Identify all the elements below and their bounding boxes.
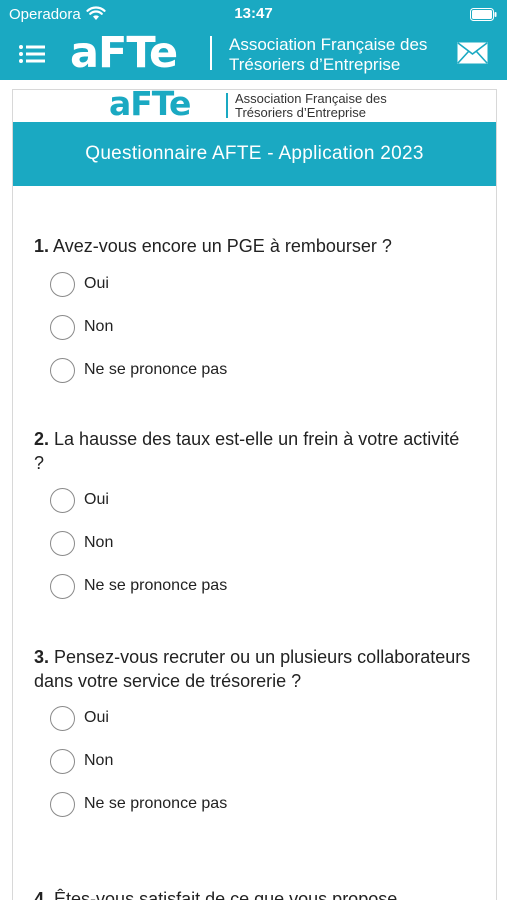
question-title: 2. La hausse des taux est-elle un frein … [34, 427, 474, 475]
question-text: La hausse des taux est-elle un frein à v… [34, 429, 460, 473]
question-3: 3. Pensez-vous recruter ou un plusieurs … [34, 645, 474, 835]
tagline-line-2: Trésoriers d’Entreprise [229, 55, 401, 74]
option-ne-se-prononce-pas[interactable]: Ne se prononce pas [34, 792, 474, 835]
option-label: Non [84, 318, 114, 335]
app-header: aFTe Association Française des Trésorier… [0, 28, 507, 80]
question-number: 4. [34, 889, 50, 900]
option-label: Oui [84, 491, 109, 508]
option-ne-se-prononce-pas[interactable]: Ne se prononce pas [34, 574, 474, 617]
radio-button[interactable] [50, 749, 75, 774]
option-label: Non [84, 534, 114, 551]
question-number: 1. [34, 236, 50, 256]
card-afte-logo: aFTe [109, 89, 191, 123]
card-tagline-line-1: Association Française des [235, 91, 387, 106]
hamburger-icon[interactable] [18, 42, 46, 66]
question-title: 3. Pensez-vous recruter ou un plusieurs … [34, 645, 474, 693]
option-non[interactable]: Non [34, 531, 474, 574]
radio-button[interactable] [50, 574, 75, 599]
card-logo-row: aFTe Association Française des Trésorier… [13, 90, 496, 122]
questionnaire-banner: Questionnaire AFTE - Application 2023 [13, 122, 496, 186]
radio-button[interactable] [50, 272, 75, 297]
logo-divider [210, 36, 212, 70]
question-text: Pensez-vous recruter ou un plusieurs col… [34, 647, 471, 691]
option-label: Oui [84, 275, 109, 292]
status-bar: Operadora 13:47 [0, 0, 507, 28]
banner-title: Questionnaire AFTE - Application 2023 [85, 143, 424, 164]
header-tagline: Association Française des Trésoriers d’E… [229, 35, 427, 75]
battery-icon [470, 8, 497, 21]
option-ne-se-prononce-pas[interactable]: Ne se prononce pas [34, 358, 474, 401]
radio-button[interactable] [50, 531, 75, 556]
question-4: 4. Êtes-vous satisfait de ce que vous pr… [34, 887, 474, 900]
radio-button[interactable] [50, 315, 75, 340]
card-tagline-line-2: Trésoriers d’Entreprise [235, 105, 367, 120]
status-time: 13:47 [234, 5, 273, 22]
question-text: Êtes-vous satisfait de ce que vous propo… [54, 889, 398, 900]
card-logo-divider [226, 93, 228, 118]
option-non[interactable]: Non [34, 315, 474, 358]
question-text: Avez-vous encore un PGE à rembourser ? [53, 236, 392, 256]
radio-button[interactable] [50, 792, 75, 817]
card-tagline: Association Française des Trésoriers d’E… [235, 92, 387, 120]
question-1: 1. Avez-vous encore un PGE à rembourser … [34, 234, 474, 401]
radio-button[interactable] [50, 488, 75, 513]
tagline-line-1: Association Française des [229, 35, 428, 54]
afte-logo: aFTe [70, 28, 178, 78]
option-oui[interactable]: Oui [34, 272, 474, 315]
questionnaire-card: aFTe Association Française des Trésorier… [12, 89, 497, 900]
radio-button[interactable] [50, 706, 75, 731]
option-non[interactable]: Non [34, 749, 474, 792]
question-2: 2. La hausse des taux est-elle un frein … [34, 427, 474, 617]
question-number: 3. [34, 647, 50, 667]
radio-button[interactable] [50, 358, 75, 383]
option-label: Ne se prononce pas [84, 577, 228, 594]
option-label: Ne se prononce pas [84, 795, 228, 812]
option-oui[interactable]: Oui [34, 488, 474, 531]
option-label: Oui [84, 709, 109, 726]
question-title: 1. Avez-vous encore un PGE à rembourser … [34, 234, 474, 258]
option-label: Ne se prononce pas [84, 361, 228, 378]
envelope-icon[interactable] [457, 42, 488, 64]
question-number: 2. [34, 429, 50, 449]
option-oui[interactable]: Oui [34, 706, 474, 749]
question-title: 4. Êtes-vous satisfait de ce que vous pr… [34, 887, 474, 900]
option-label: Non [84, 752, 114, 769]
